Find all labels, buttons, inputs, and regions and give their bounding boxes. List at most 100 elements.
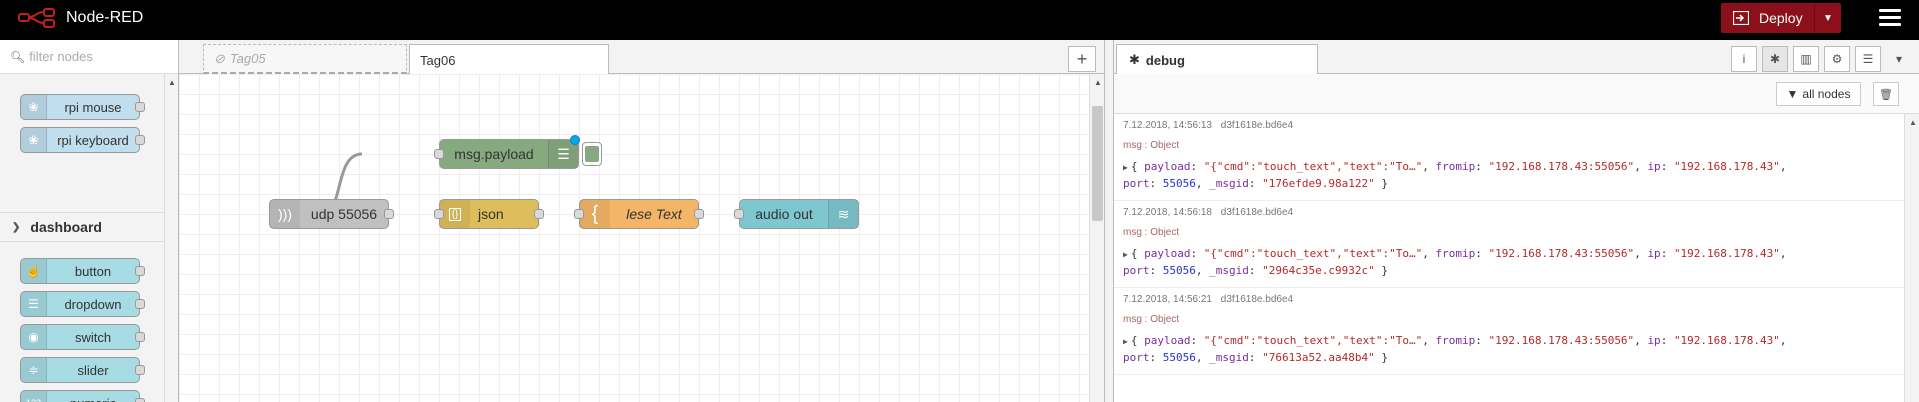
output-port [135, 365, 145, 375]
node-label: udp 55056 [310, 206, 378, 222]
search-icon: 🔍︎ [10, 49, 26, 64]
wifi-icon: ))) [270, 200, 300, 228]
fromip-value: "192.168.178.43:55056" [1488, 160, 1635, 173]
flow-node-audio-out[interactable]: audio out ≋ [734, 199, 859, 229]
clear-messages-trash-icon[interactable]: 🗑︎ [1873, 82, 1899, 106]
message-object[interactable]: ▶{ payload: "{"cmd":"touch_text","text":… [1123, 333, 1896, 366]
debug-message[interactable]: 7.12.2018, 14:56:21 d3f1618e.bd6e4 msg :… [1114, 288, 1904, 375]
deploy-button[interactable]: Deploy [1721, 3, 1815, 33]
input-port[interactable] [434, 209, 444, 219]
list-icon: ☰ [21, 292, 47, 316]
fromip-value: "192.168.178.43:55056" [1488, 334, 1635, 347]
sidebar: ✱ debug i ✱ ▥ ⚙ ☰ ▾ ▼ all nodes 🗑︎ 7.12.… [1114, 40, 1919, 402]
expand-triangle-icon[interactable]: ▶ [1123, 337, 1128, 346]
payload-value: "{"cmd":"touch_text","text":"To…" [1203, 247, 1423, 260]
palette-node-button[interactable]: ☝ button [20, 258, 145, 284]
node-label: audio out [755, 206, 813, 222]
canvas-scrollbar[interactable]: ▲ [1089, 74, 1104, 402]
output-port [135, 102, 145, 112]
sidebar-tab-debug[interactable]: ✱ debug [1116, 44, 1318, 75]
message-topic: msg : Object [1123, 314, 1180, 325]
filter-icon: ▼ [1786, 87, 1799, 101]
palette-node-switch[interactable]: ◉ switch [20, 324, 145, 350]
palette-node-numeric[interactable]: 123 numeric [20, 390, 145, 402]
message-node-id[interactable]: d3f1618e.bd6e4 [1221, 120, 1293, 131]
wires [321, 152, 603, 216]
header-bar: Node-RED Deploy ▼ [0, 0, 1919, 40]
palette-node-rpi-mouse[interactable]: ❀ rpi mouse [20, 94, 145, 120]
flow-node-function[interactable]: { lese Text [574, 199, 704, 229]
bug-icon[interactable]: ✱ [1762, 46, 1788, 72]
palette-node-dropdown[interactable]: ☰ dropdown [20, 291, 145, 317]
flow-canvas[interactable]: ))) udp 55056 {} json { lese Text audio … [179, 74, 1089, 402]
message-meta: 7.12.2018, 14:56:21 d3f1618e.bd6e4 [1123, 294, 1896, 305]
filter-placeholder: filter nodes [29, 49, 93, 64]
palette-node-label: slider [77, 362, 109, 378]
sidebar-tab-label: debug [1145, 52, 1185, 68]
flow-node-udp-in[interactable]: ))) udp 55056 [269, 199, 394, 229]
palette-node-label: button [74, 263, 112, 279]
palette-category-dashboard[interactable]: ❯ dashboard [0, 212, 164, 242]
message-object[interactable]: ▶{ payload: "{"cmd":"touch_text","text":… [1123, 246, 1896, 279]
disabled-icon: ⊘ [214, 50, 225, 66]
scrollbar-thumb[interactable] [1092, 106, 1103, 221]
gear-icon[interactable]: ⚙ [1824, 46, 1850, 72]
bug-icon: ✱ [1129, 52, 1140, 67]
ip-value: "192.168.178.43" [1673, 160, 1780, 173]
filter-all-nodes-button[interactable]: ▼ all nodes [1776, 82, 1861, 106]
palette-node-rpi-keyboard[interactable]: ❀ rpi keyboard [20, 127, 145, 153]
flow-node-json[interactable]: {} json [434, 199, 544, 229]
output-port[interactable] [384, 209, 394, 219]
raspberry-icon: ❀ [21, 95, 47, 119]
flow-node-debug[interactable]: msg.payload ☰ [434, 139, 579, 169]
output-port [135, 299, 145, 309]
debug-message[interactable]: 7.12.2018, 14:56:18 d3f1618e.bd6e4 msg :… [1114, 201, 1904, 288]
ip-value: "192.168.178.43" [1673, 334, 1780, 347]
add-tab-button[interactable]: + [1068, 46, 1096, 72]
category-label: dashboard [30, 219, 102, 235]
palette-node-slider[interactable]: ≑ slider [20, 357, 145, 383]
message-meta: 7.12.2018, 14:56:13 d3f1618e.bd6e4 [1123, 120, 1896, 131]
input-port[interactable] [434, 149, 444, 159]
node-label: json [478, 206, 504, 222]
message-object[interactable]: ▶{ payload: "{"cmd":"touch_text","text":… [1123, 159, 1896, 192]
msgid-value: "76613a52.aa48b4" [1262, 351, 1375, 364]
sidebar-splitter[interactable] [1104, 40, 1114, 402]
output-port[interactable] [534, 209, 544, 219]
numeric-icon: 123 [21, 391, 47, 402]
input-port[interactable] [574, 209, 584, 219]
debug-toggle-fill [585, 146, 599, 162]
tab-tag06[interactable]: Tag06 [409, 44, 609, 75]
scroll-up-icon: ▲ [1909, 118, 1917, 127]
sliders-icon: ≑ [21, 358, 47, 382]
main-menu-icon[interactable] [1879, 9, 1901, 29]
palette-scrollbar[interactable]: ▲ [164, 74, 178, 402]
palette-filter-input[interactable]: 🔍︎ filter nodes [0, 40, 178, 74]
input-port[interactable] [734, 209, 744, 219]
message-node-id[interactable]: d3f1618e.bd6e4 [1221, 294, 1293, 305]
scroll-up-icon: ▲ [168, 78, 176, 87]
debug-toggle-button[interactable] [582, 142, 602, 166]
output-port [135, 266, 145, 276]
output-port[interactable] [694, 209, 704, 219]
output-port [135, 135, 145, 145]
info-icon[interactable]: i [1731, 46, 1757, 72]
debug-scrollbar[interactable]: ▲ [1904, 114, 1919, 402]
filter-label: all nodes [1802, 87, 1851, 101]
tab-tag05[interactable]: ⊘ Tag05 [203, 44, 407, 75]
raspberry-icon: ❀ [21, 128, 47, 152]
chart-icon[interactable]: ▥ [1793, 46, 1819, 72]
msgid-value: "2964c35e.c9932c" [1262, 264, 1375, 277]
deploy-options-chevron-down-icon[interactable]: ▼ [1815, 13, 1841, 24]
app-title: Node-RED [66, 9, 144, 26]
expand-triangle-icon[interactable]: ▶ [1123, 163, 1128, 172]
debug-message[interactable]: 7.12.2018, 14:56:13 d3f1618e.bd6e4 msg :… [1114, 114, 1904, 201]
message-node-id[interactable]: d3f1618e.bd6e4 [1221, 207, 1293, 218]
palette-node-label: numeric [47, 396, 139, 402]
expand-triangle-icon[interactable]: ▶ [1123, 250, 1128, 259]
hand-pointer-icon: ☝ [21, 259, 47, 283]
message-topic: msg : Object [1123, 227, 1180, 238]
database-icon[interactable]: ☰ [1855, 46, 1881, 72]
deploy-button-group: Deploy ▼ [1721, 3, 1841, 33]
chevron-down-icon[interactable]: ▾ [1886, 46, 1912, 72]
